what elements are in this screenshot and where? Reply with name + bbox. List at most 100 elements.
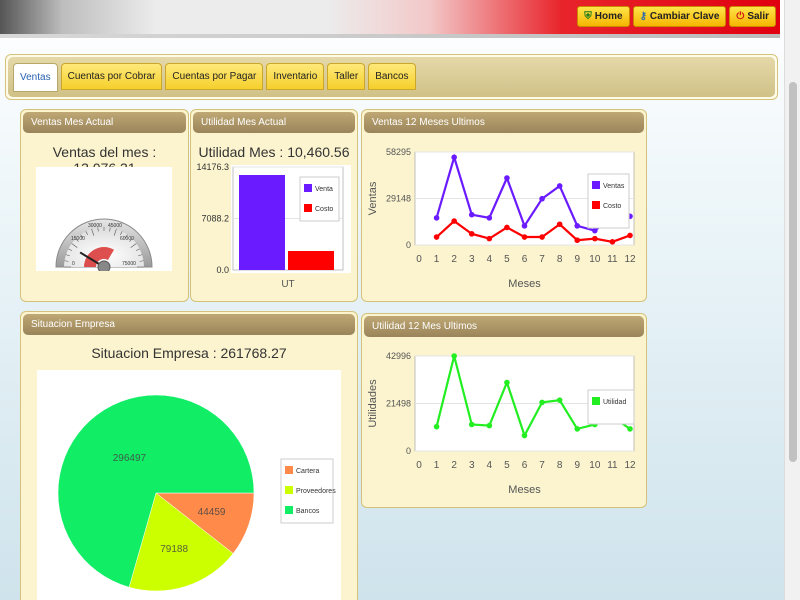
series-point-ventas	[486, 215, 493, 221]
line-legend-label: Ventas	[603, 183, 625, 190]
series-point-ventas	[433, 215, 440, 221]
tab-taller[interactable]: Taller	[327, 63, 366, 90]
tab-list: Ventas Cuentas por Cobrar Cuentas por Pa…	[13, 63, 416, 92]
series-point-costo	[468, 231, 475, 237]
series-point-costo	[521, 234, 528, 240]
logout-label: Salir	[747, 11, 769, 22]
tab-ventas[interactable]: Ventas	[13, 63, 58, 92]
series-point-utilidad	[504, 379, 510, 386]
line-x-tick-label: 8	[557, 254, 563, 265]
bar-y-tick-label: 7088.2	[201, 214, 229, 224]
bar-venta	[239, 174, 285, 270]
line-x-tick-label: 10	[589, 460, 601, 471]
pie-legend-label: Bancos	[296, 508, 320, 515]
line-legend	[587, 389, 635, 425]
series-point-costo	[574, 237, 581, 244]
series-point-utilidad	[468, 421, 475, 428]
line-x-tick-label: 8	[557, 460, 563, 471]
series-point-utilidad	[451, 353, 457, 359]
line-x-tick-label: 7	[539, 254, 545, 265]
series-point-ventas	[574, 223, 581, 229]
profit-12-chart: 021498429960 1 2 3 4 5 6 7 8 9 10 11 12MesesUtilidad…	[367, 351, 636, 496]
tab-bar: Ventas Cuentas por Cobrar Cuentas por Pa…	[5, 54, 778, 100]
page-scrollbar[interactable]	[784, 0, 800, 600]
gauge-label-75000: 75000	[122, 261, 136, 267]
logout-button[interactable]: ⏻ Salir	[729, 6, 776, 27]
tab-inventario[interactable]: Inventario	[266, 63, 325, 90]
line-legend-swatch	[592, 201, 600, 209]
line-x-tick-label: 3	[469, 254, 475, 265]
series-point-ventas	[468, 211, 475, 218]
bar-y-tick-label: 0.0	[216, 265, 229, 275]
line-y-tick-label: 21498	[386, 399, 411, 409]
line-legend-label: Costo	[603, 203, 621, 210]
home-icon: ⛨	[584, 11, 592, 22]
series-point-ventas	[539, 195, 545, 202]
sales-12-panel: Ventas 12 Meses Ultimos 0 29148 58295 0 1 2 3 4…	[361, 109, 647, 302]
gauge-hub	[97, 260, 111, 274]
line-y-axis-label: Ventas	[367, 181, 379, 215]
series-point-utilidad	[433, 423, 440, 430]
line-y-tick-label: 0	[406, 240, 411, 250]
pie-legend-swatch	[285, 506, 293, 514]
top-actions: ⛨ Home ⚷ Cambiar Clave ⏻ Salir	[577, 6, 776, 27]
line-x-tick-label: 10	[589, 254, 601, 265]
line-legend-swatch	[592, 397, 600, 405]
line-x-tick-label: 6	[522, 460, 528, 471]
series-point-ventas	[556, 183, 563, 189]
series-point-costo	[539, 234, 545, 240]
line-x-tick-label: 11	[607, 460, 618, 471]
series-point-ventas	[504, 175, 510, 181]
pie-slice-label: 44459	[198, 507, 226, 518]
gauge-label-30000: 30000	[88, 223, 102, 229]
line-legend-swatch	[592, 181, 600, 189]
line-x-tick-label: 1	[434, 254, 440, 265]
line-x-tick-label: 6	[522, 254, 528, 265]
line-x-tick-label: 5	[504, 460, 510, 471]
series-point-utilidad	[521, 432, 528, 439]
line-x-tick-label: 2	[451, 254, 457, 265]
line-x-tick-label: 4	[487, 460, 493, 471]
sales-month-panel: Ventas Mes Actual Ventas del mes : 13,07…	[20, 109, 189, 302]
series-point-costo	[504, 224, 510, 231]
series-point-utilidad	[627, 426, 633, 432]
pie-slice-label: 296497	[113, 453, 147, 464]
pie-legend-swatch	[285, 466, 293, 474]
tab-cuentas-por-cobrar[interactable]: Cuentas por Cobrar	[60, 63, 163, 90]
gauge-label-0: 0	[72, 261, 75, 267]
series-point-costo	[486, 235, 493, 242]
gauge-label-45000: 45000	[108, 223, 122, 229]
line-x-tick-label: 0	[416, 254, 422, 265]
bar-legend-swatch	[304, 204, 312, 212]
pie-legend-label: Cartera	[296, 468, 319, 475]
bar-chart: 0.0 7088.2 14176.3 UT Venta Costo	[196, 162, 344, 290]
gauge-label-60000: 60000	[120, 236, 134, 242]
series-point-costo	[433, 234, 440, 240]
line-x-axis-label: Meses	[508, 484, 541, 496]
pie-chart: 44459 79188 296497 Cartera Proveedores Bancos	[57, 394, 336, 592]
home-button[interactable]: ⛨ Home	[577, 6, 630, 27]
tab-cuentas-por-pagar[interactable]: Cuentas por Pagar	[165, 63, 264, 90]
line-x-tick-label: 7	[539, 460, 545, 471]
line-y-tick-label: 29148	[386, 194, 411, 204]
gauge-container: 0 15000 30000 45000 60000 75000	[36, 167, 172, 274]
bar-legend-label: Costo	[315, 206, 333, 213]
bar-costo	[288, 250, 334, 270]
situation-panel: Situacion Empresa Situacion Empresa : 26…	[20, 311, 358, 600]
line-x-axis-label: Meses	[508, 278, 541, 290]
line-y-axis-label: Utilidades	[367, 379, 379, 428]
scrollbar-thumb[interactable]	[789, 82, 797, 462]
gauge-chart: 0 15000 30000 45000 60000 75000	[55, 218, 153, 274]
line-x-tick-label: 5	[504, 254, 510, 265]
change-password-button[interactable]: ⚷ Cambiar Clave	[632, 6, 727, 27]
series-point-costo	[556, 221, 563, 228]
series-point-utilidad	[556, 397, 563, 403]
line-x-tick-label: 12	[624, 254, 636, 265]
tab-bancos[interactable]: Bancos	[368, 63, 416, 90]
series-point-ventas	[592, 227, 598, 234]
bar-legend-swatch	[304, 184, 312, 192]
banner-divider	[0, 34, 780, 38]
series-point-costo	[627, 232, 633, 239]
line-x-tick-label: 9	[574, 460, 580, 471]
series-point-utilidad	[574, 426, 581, 432]
